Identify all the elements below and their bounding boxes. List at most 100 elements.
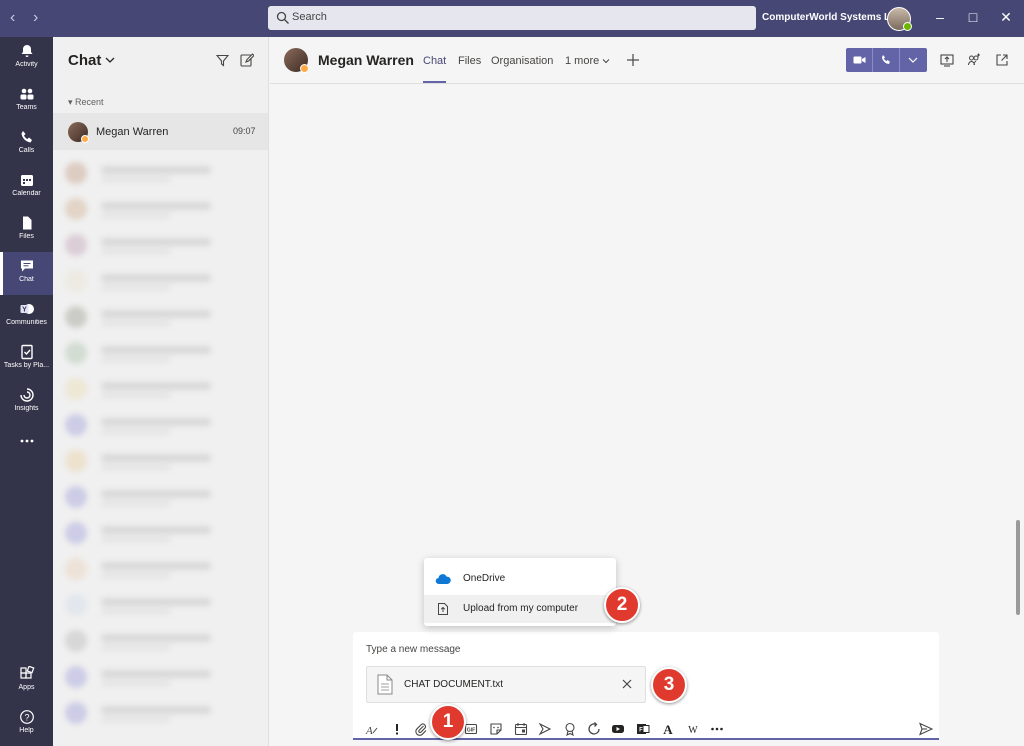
loop-icon[interactable] <box>587 722 601 736</box>
phone-icon <box>21 131 32 143</box>
rail-item-teams[interactable]: Teams <box>0 80 53 123</box>
share-screen-icon[interactable] <box>940 53 954 67</box>
more-icon <box>20 439 33 443</box>
list-item <box>65 519 265 545</box>
rail-label: Teams <box>16 104 37 111</box>
rail-label: Files <box>19 233 34 240</box>
conversation-title: Megan Warren <box>318 52 414 68</box>
svg-text:F: F <box>639 728 643 734</box>
insights-icon <box>19 388 34 402</box>
chat-icon <box>20 260 33 272</box>
maximize-icon[interactable]: □ <box>963 9 983 25</box>
rail-label: Calls <box>18 147 35 154</box>
filter-icon[interactable] <box>216 54 229 67</box>
chevron-down-icon <box>602 59 610 64</box>
list-item <box>65 627 265 653</box>
conversation-header: Megan Warren Chat Files Organisation 1 m… <box>270 37 1024 84</box>
stream-icon[interactable] <box>538 722 552 736</box>
menu-item-upload-from-computer[interactable]: Upload from my computer <box>424 595 616 623</box>
forms-icon[interactable]: F <box>636 722 650 736</box>
minimize-icon[interactable]: – <box>930 9 950 25</box>
message-scrollbar[interactable] <box>1016 520 1020 615</box>
chat-list-title[interactable]: Chat <box>68 52 101 69</box>
add-people-icon[interactable] <box>967 53 981 67</box>
message-time: 09:07 <box>233 126 256 136</box>
wikipedia-icon[interactable]: W <box>686 722 700 736</box>
rail-label: Tasks by Pla... <box>3 362 50 369</box>
step-callout-1: 1 <box>430 704 466 740</box>
svg-text:A: A <box>663 722 673 736</box>
list-item <box>65 303 265 329</box>
step-callout-3: 3 <box>651 667 687 703</box>
menu-item-onedrive[interactable]: OneDrive <box>424 565 616 593</box>
remove-attachment-icon[interactable] <box>621 678 633 690</box>
attached-file-name: CHAT DOCUMENT.txt <box>404 679 504 690</box>
onedrive-cloud-icon <box>435 574 451 585</box>
message-input[interactable]: Type a new message <box>366 644 461 655</box>
phone-icon <box>882 55 890 64</box>
search-box[interactable]: Search <box>268 6 756 30</box>
praise-icon[interactable] <box>563 722 577 736</box>
tab-organisation[interactable]: Organisation <box>491 55 553 67</box>
chevron-down-icon[interactable] <box>105 56 115 64</box>
organization-name[interactable]: ComputerWorld Systems L... <box>762 12 899 23</box>
video-call-button[interactable] <box>846 48 873 72</box>
communities-icon: Y <box>20 304 34 314</box>
contact-name: Megan Warren <box>96 126 169 138</box>
rail-item-insights[interactable]: Insights <box>0 381 53 424</box>
rail-item-activity[interactable]: Activity <box>0 37 53 80</box>
svg-text:GIF: GIF <box>467 728 475 734</box>
rail-item-calendar[interactable]: Calendar <box>0 166 53 209</box>
svg-text:Y: Y <box>22 307 27 314</box>
bell-icon <box>21 45 32 57</box>
font-a-icon[interactable]: A <box>661 722 675 736</box>
list-item <box>65 699 265 725</box>
back-arrow-icon[interactable]: ‹ <box>10 9 15 27</box>
gif-icon[interactable]: GIF <box>464 722 478 736</box>
tab-more[interactable]: 1 more <box>565 55 610 67</box>
more-options-icon[interactable] <box>710 722 724 736</box>
schedule-meeting-icon[interactable] <box>514 722 528 736</box>
audio-call-button[interactable] <box>873 48 900 72</box>
tab-chat[interactable]: Chat <box>423 55 446 67</box>
list-item <box>65 411 265 437</box>
attach-menu: OneDrive Upload from my computer <box>424 558 616 626</box>
add-tab-icon[interactable] <box>626 53 640 67</box>
rail-item-help[interactable]: ? Help <box>0 703 53 746</box>
title-bar: ‹ › Search ComputerWorld Systems L... – … <box>0 0 1024 37</box>
pop-out-icon[interactable] <box>995 53 1009 67</box>
svg-text:?: ? <box>24 713 29 723</box>
rail-item-apps[interactable]: Apps <box>0 660 53 703</box>
recent-section-label: ▾ Recent <box>68 97 104 107</box>
rail-item-chat[interactable]: Chat <box>0 252 53 295</box>
rail-label: Activity <box>15 61 38 68</box>
upload-file-icon <box>438 603 448 615</box>
search-icon <box>276 11 289 24</box>
rail-item-files[interactable]: Files <box>0 209 53 252</box>
list-item <box>65 267 265 293</box>
rail-label: Chat <box>19 276 34 283</box>
rail-item-tasks[interactable]: Tasks by Pla... <box>0 338 53 381</box>
youtube-icon[interactable] <box>611 722 625 736</box>
list-item <box>65 375 265 401</box>
important-icon[interactable] <box>390 722 404 736</box>
format-icon[interactable]: A <box>365 722 379 736</box>
tab-files[interactable]: Files <box>458 55 481 67</box>
call-options-button[interactable] <box>900 48 927 72</box>
menu-item-label: OneDrive <box>463 573 506 584</box>
text-file-icon <box>377 674 393 695</box>
blurred-chat-list <box>53 151 268 746</box>
send-icon[interactable] <box>919 722 933 736</box>
list-item <box>65 591 265 617</box>
rail-item-communities[interactable]: Y Communities <box>0 295 53 338</box>
attached-file-card[interactable]: CHAT DOCUMENT.txt <box>366 666 646 703</box>
chat-list-item[interactable]: Megan Warren 09:07 <box>53 113 268 150</box>
sticker-icon[interactable] <box>489 722 503 736</box>
rail-item-calls[interactable]: Calls <box>0 123 53 166</box>
forward-arrow-icon[interactable]: › <box>33 9 38 27</box>
new-chat-icon[interactable] <box>240 53 254 67</box>
close-window-icon[interactable]: ✕ <box>996 9 1016 26</box>
rail-item-more[interactable] <box>0 427 53 470</box>
list-item <box>65 483 265 509</box>
attach-paperclip-icon[interactable] <box>414 722 428 736</box>
